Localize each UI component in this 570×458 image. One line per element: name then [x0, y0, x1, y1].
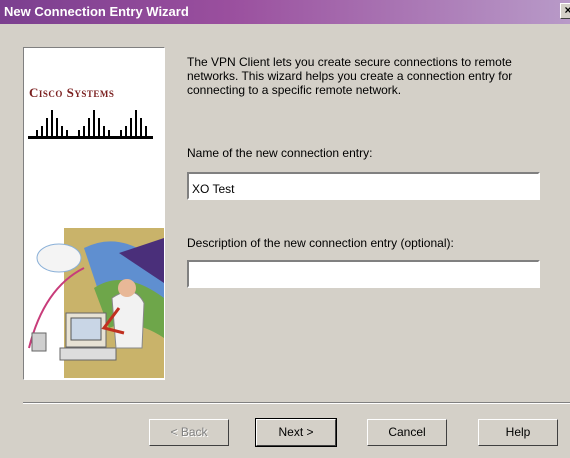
- name-field-label: Name of the new connection entry:: [187, 146, 373, 160]
- button-separator: [23, 402, 570, 404]
- title-bar[interactable]: New Connection Entry Wizard ×: [0, 0, 570, 24]
- close-button[interactable]: ×: [560, 3, 570, 19]
- wizard-window: New Connection Entry Wizard × Cisco Syst…: [0, 0, 570, 458]
- wizard-side-panel: Cisco Systems: [23, 47, 165, 380]
- help-button[interactable]: Help: [478, 419, 558, 446]
- close-icon: ×: [564, 3, 570, 17]
- connection-name-input[interactable]: [187, 172, 540, 200]
- intro-text: The VPN Client lets you create secure co…: [187, 55, 513, 97]
- back-button[interactable]: < Back: [149, 419, 229, 446]
- description-field-label: Description of the new connection entry …: [187, 236, 454, 250]
- next-button[interactable]: Next >: [255, 418, 337, 447]
- wizard-illustration: [28, 228, 164, 378]
- cancel-button[interactable]: Cancel: [367, 419, 447, 446]
- window-title: New Connection Entry Wizard: [4, 4, 189, 19]
- cisco-bridge-logo-icon: [28, 110, 153, 139]
- cisco-logo-text: Cisco Systems: [29, 85, 115, 100]
- connection-description-input[interactable]: [187, 260, 540, 288]
